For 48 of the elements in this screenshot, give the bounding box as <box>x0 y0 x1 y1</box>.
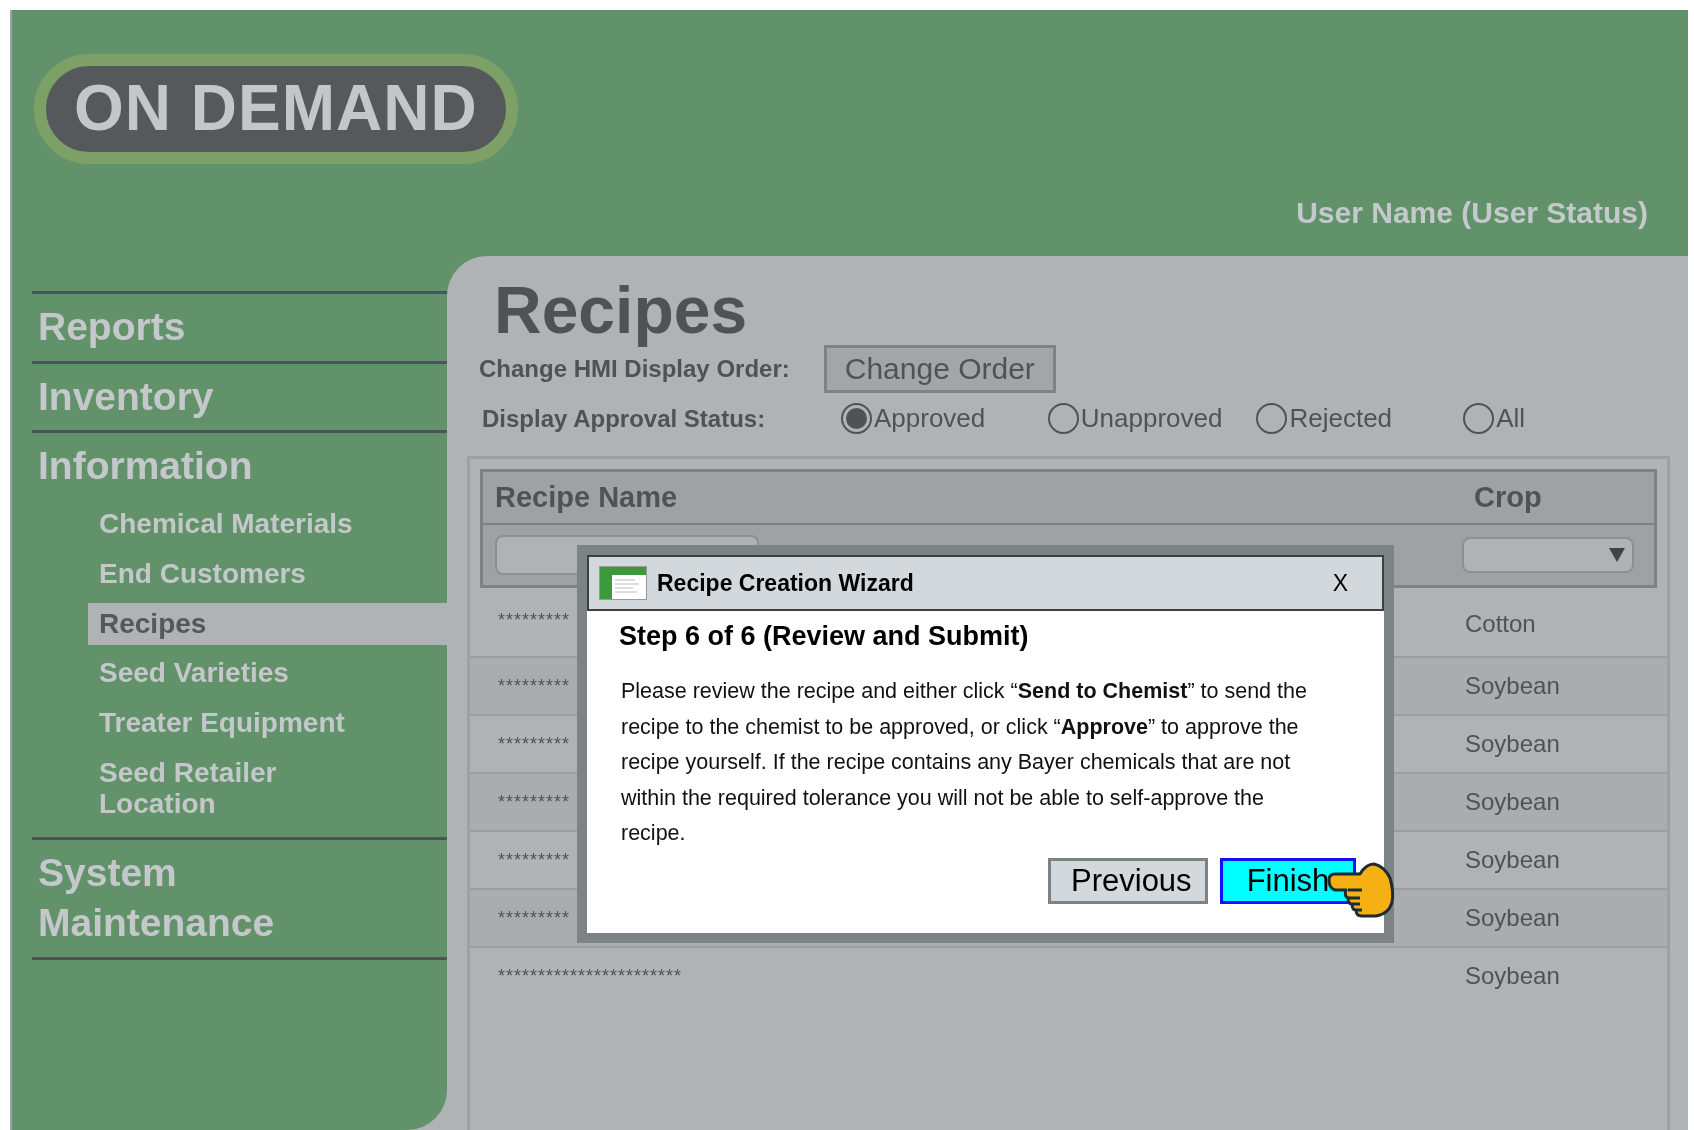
dialog-message: Please review the recipe and either click “Send to Chemist” to send the recipe to the chemist to be approved, or click “Approve” to approve the recipe yourself. If the recipe contains any Bayer chemicals that are not within the required tolerance you will not be able to self-approve the recipe. <box>621 678 1308 847</box>
nav-subitem[interactable]: End Customers <box>88 552 447 596</box>
table-cell: Soybean <box>1465 788 1560 817</box>
column-header: Recipe Name <box>494 480 679 516</box>
nav-item[interactable]: System Maintenance <box>32 843 447 953</box>
table-cell: ********* <box>498 907 571 929</box>
nav-subitem[interactable]: Seed Varieties <box>88 652 447 696</box>
nav-subitem[interactable]: Treater Equipment <box>88 702 447 746</box>
nav-subitem[interactable]: Chemical Materials <box>88 503 447 546</box>
status-radio[interactable]: All <box>1463 403 1670 435</box>
radio-button[interactable] <box>841 403 872 435</box>
table-cell: ********* <box>498 733 571 755</box>
dialog-title: Recipe Creation Wizard <box>657 569 915 597</box>
nav-subitem[interactable]: Seed Retailer Location <box>88 752 447 826</box>
status-radio[interactable]: Approved <box>841 403 1048 435</box>
radio-button[interactable] <box>1463 403 1495 435</box>
user-name: User Name (User Status) <box>1296 196 1648 230</box>
nav-item[interactable]: Inventory <box>32 367 447 427</box>
table-cell: *********************** <box>498 965 683 987</box>
table-cell: ********* <box>498 675 571 697</box>
table-cell: ********* <box>498 610 571 632</box>
table-cell: Soybean <box>1465 672 1560 701</box>
radio-button[interactable] <box>1047 403 1079 435</box>
status-radio[interactable]: Rejected <box>1256 403 1464 435</box>
field-label: Change HMI Display Order: <box>479 355 790 384</box>
close-button[interactable]: X <box>1326 567 1354 599</box>
finish-button[interactable]: Finish <box>1220 857 1356 904</box>
app-logo: ON DEMAND <box>34 54 518 164</box>
nav-item[interactable]: Reports <box>32 298 447 357</box>
column-header: Crop <box>1473 480 1543 516</box>
status-radio[interactable]: Unapproved <box>1047 403 1257 435</box>
table-cell: Soybean <box>1465 846 1560 875</box>
page-title: Recipes <box>494 276 749 346</box>
field-label: Display Approval Status: <box>482 404 767 433</box>
previous-button[interactable]: Previous <box>1048 857 1208 904</box>
table-cell: Cotton <box>1465 610 1536 639</box>
change-order-button[interactable]: Change Order <box>823 345 1056 394</box>
nav-subitem[interactable]: Recipes <box>88 602 447 646</box>
table-cell: Soybean <box>1465 904 1560 933</box>
caret-icon <box>1608 547 1626 564</box>
table-cell: Soybean <box>1465 730 1560 759</box>
step-heading: Step 6 of 6 (Review and Submit) <box>619 621 1030 652</box>
radio-button[interactable] <box>1256 403 1288 435</box>
table-cell: Soybean <box>1465 962 1560 991</box>
table-cell: ********* <box>498 791 571 813</box>
window-icon <box>599 566 647 600</box>
nav-item[interactable]: Information <box>32 437 447 497</box>
table-cell: ********* <box>498 849 571 871</box>
